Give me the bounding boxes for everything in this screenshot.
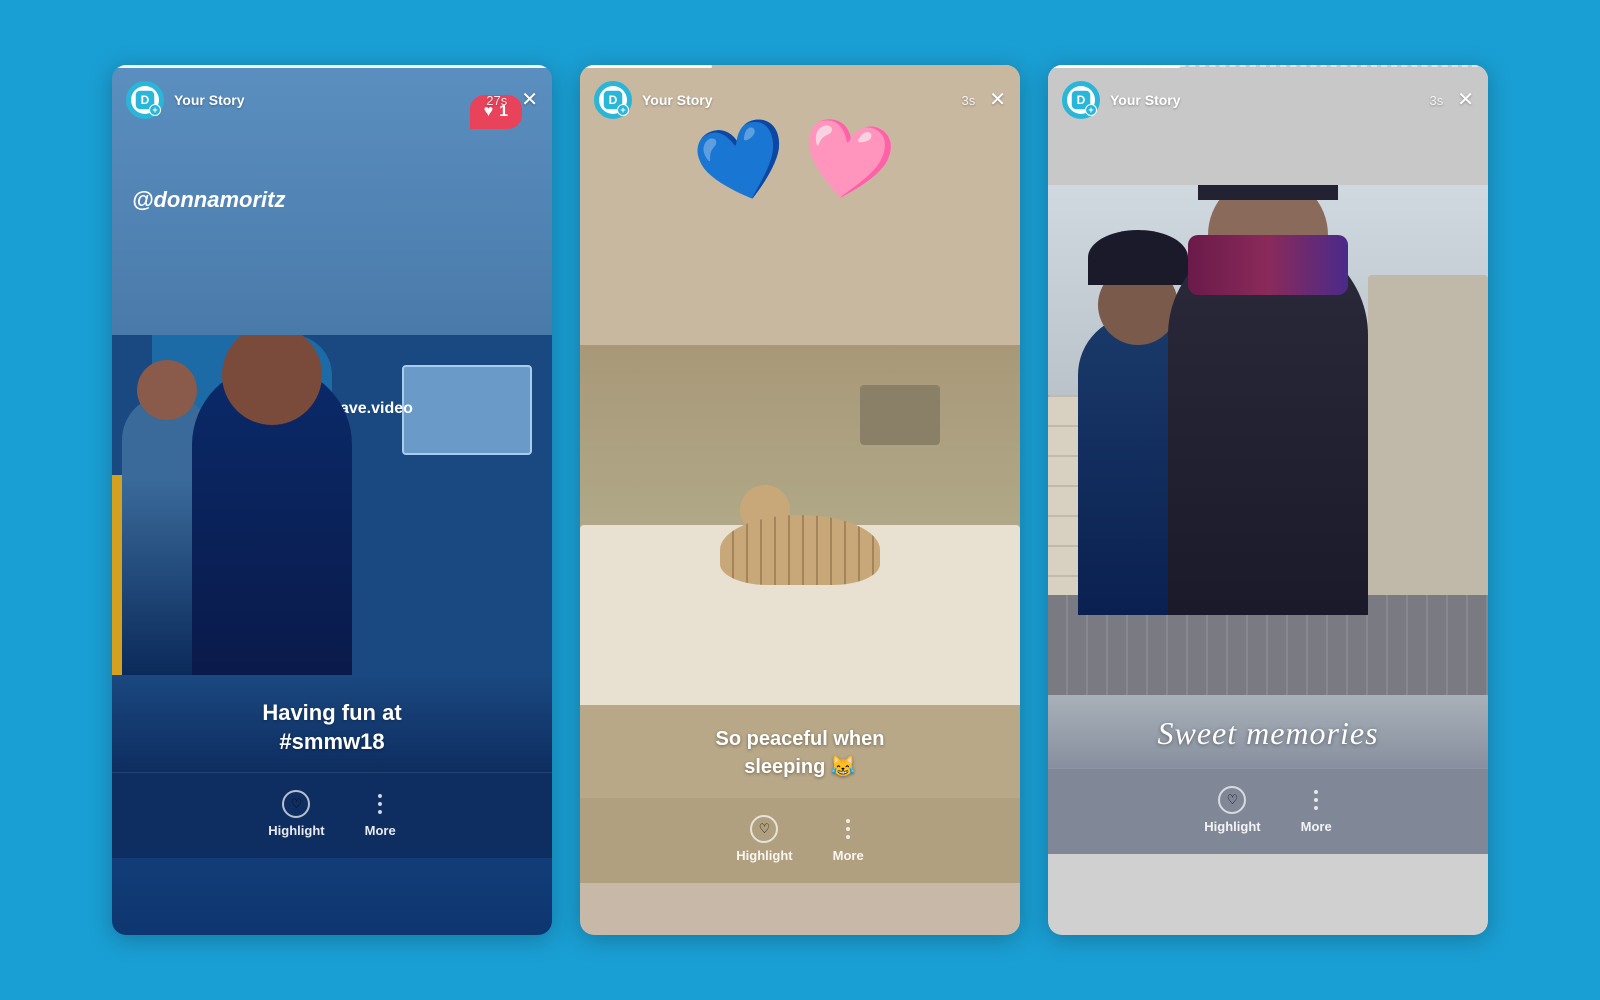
more-icon-1 <box>365 789 395 819</box>
card1-actions: ♡ Highlight More <box>112 772 552 858</box>
story-card-3: D + Your Story 3s ✕ Sweet memories ♡ <box>1048 65 1488 935</box>
progress-bar-1 <box>112 65 552 68</box>
avatar-inner-3: D + <box>1067 86 1095 114</box>
avatar-1[interactable]: D + <box>126 81 164 119</box>
more-label-2: More <box>833 848 864 863</box>
story-card-1: D + Your Story 27s ✕ @donnamoritz ♥ 1 wa… <box>112 65 552 935</box>
progress-bar-2 <box>580 65 1020 68</box>
highlight-label-2: Highlight <box>736 848 792 863</box>
progress-bar-3 <box>1048 65 1488 68</box>
dot-1b <box>378 802 382 806</box>
dots-3 <box>1314 790 1318 810</box>
story-header-3: D + Your Story 3s ✕ <box>1048 71 1488 129</box>
highlight-button-1[interactable]: ♡ Highlight <box>268 789 324 838</box>
mention-text-1: @donnamoritz <box>132 187 285 213</box>
avatar-inner-1: D + <box>131 86 159 114</box>
dot-3a <box>1314 790 1318 794</box>
dot-2b <box>846 827 850 831</box>
person3-hat2 <box>1198 185 1338 200</box>
svg-text:D: D <box>141 93 150 107</box>
wall-decoration <box>860 385 940 445</box>
dot-3c <box>1314 806 1318 810</box>
highlight-label-1: Highlight <box>268 823 324 838</box>
more-button-2[interactable]: More <box>833 814 864 863</box>
person3-right-figure <box>1168 235 1368 615</box>
cat-figure <box>720 515 880 585</box>
dot-2c <box>846 835 850 839</box>
card3-caption-area: Sweet memories <box>1048 695 1488 768</box>
avatar-plus-icon-3: + <box>1085 104 1097 116</box>
highlight-label-3: Highlight <box>1204 819 1260 834</box>
story-time-3: 3s <box>1430 93 1444 108</box>
pink-heart-emoji: 🩷 <box>795 116 900 206</box>
svg-text:D: D <box>609 93 618 107</box>
more-button-1[interactable]: More <box>365 789 396 838</box>
card2-caption-text: So peaceful whensleeping 😹 <box>600 725 1000 781</box>
dot-2a <box>846 819 850 823</box>
story-time-2: 3s <box>962 93 976 108</box>
card3-actions: ♡ Highlight More <box>1048 768 1488 854</box>
avatar-2[interactable]: D + <box>594 81 632 119</box>
avatar-plus-icon: + <box>149 104 161 116</box>
wall-background <box>580 345 1020 525</box>
avatar-3[interactable]: D + <box>1062 81 1100 119</box>
story-header-1: D + Your Story 27s ✕ <box>112 71 552 129</box>
highlight-button-2[interactable]: ♡ Highlight <box>736 814 792 863</box>
card2-caption-area: So peaceful whensleeping 😹 <box>580 705 1020 797</box>
more-icon-2 <box>833 814 863 844</box>
dot-1a <box>378 794 382 798</box>
card3-photo <box>1048 185 1488 695</box>
card2-actions: ♡ Highlight More <box>580 797 1020 883</box>
progress-fill-2 <box>580 65 712 68</box>
dot-3b <box>1314 798 1318 802</box>
hearts-emoji-area: 💙 🩷 <box>696 125 904 200</box>
highlight-icon-1: ♡ <box>281 789 311 819</box>
svg-text:D: D <box>1077 93 1086 107</box>
card1-photo: wave.video <box>112 335 552 675</box>
avatar-plus-icon-2: + <box>617 104 629 116</box>
story-title-1: Your Story <box>174 92 480 108</box>
story-title-2: Your Story <box>642 92 956 108</box>
more-label-1: More <box>365 823 396 838</box>
card3-caption-text: Sweet memories <box>1068 715 1468 752</box>
dots-1 <box>378 794 382 814</box>
dot-1c <box>378 810 382 814</box>
person3-hat <box>1088 230 1188 285</box>
person-right-figure <box>192 365 352 675</box>
story-time-1: 27s <box>486 93 507 108</box>
highlight-icon-3: ♡ <box>1217 785 1247 815</box>
heart-circle-3: ♡ <box>1218 786 1246 814</box>
more-button-3[interactable]: More <box>1301 785 1332 834</box>
card2-photo <box>580 345 1020 705</box>
story-header-2: D + Your Story 3s ✕ <box>580 71 1020 129</box>
heart-circle-2: ♡ <box>750 815 778 843</box>
close-button-3[interactable]: ✕ <box>1457 90 1474 110</box>
avatar-inner-2: D + <box>599 86 627 114</box>
more-label-3: More <box>1301 819 1332 834</box>
heart-circle-1: ♡ <box>282 790 310 818</box>
card1-caption-area: Having fun at#smmw18 <box>112 675 552 772</box>
dots-2 <box>846 819 850 839</box>
story-title-3: Your Story <box>1110 92 1424 108</box>
progress-fill-3 <box>1048 65 1180 68</box>
person3-scarf <box>1188 235 1348 295</box>
story-card-2: D + Your Story 3s ✕ 💙 🩷 So peaceful when… <box>580 65 1020 935</box>
close-button-1[interactable]: ✕ <box>521 90 538 110</box>
highlight-button-3[interactable]: ♡ Highlight <box>1204 785 1260 834</box>
card1-caption-text: Having fun at#smmw18 <box>132 699 532 756</box>
more-icon-3 <box>1301 785 1331 815</box>
close-button-2[interactable]: ✕ <box>989 90 1006 110</box>
cat-stripes <box>720 515 880 585</box>
highlight-icon-2: ♡ <box>749 814 779 844</box>
progress-fill-1 <box>112 65 552 68</box>
